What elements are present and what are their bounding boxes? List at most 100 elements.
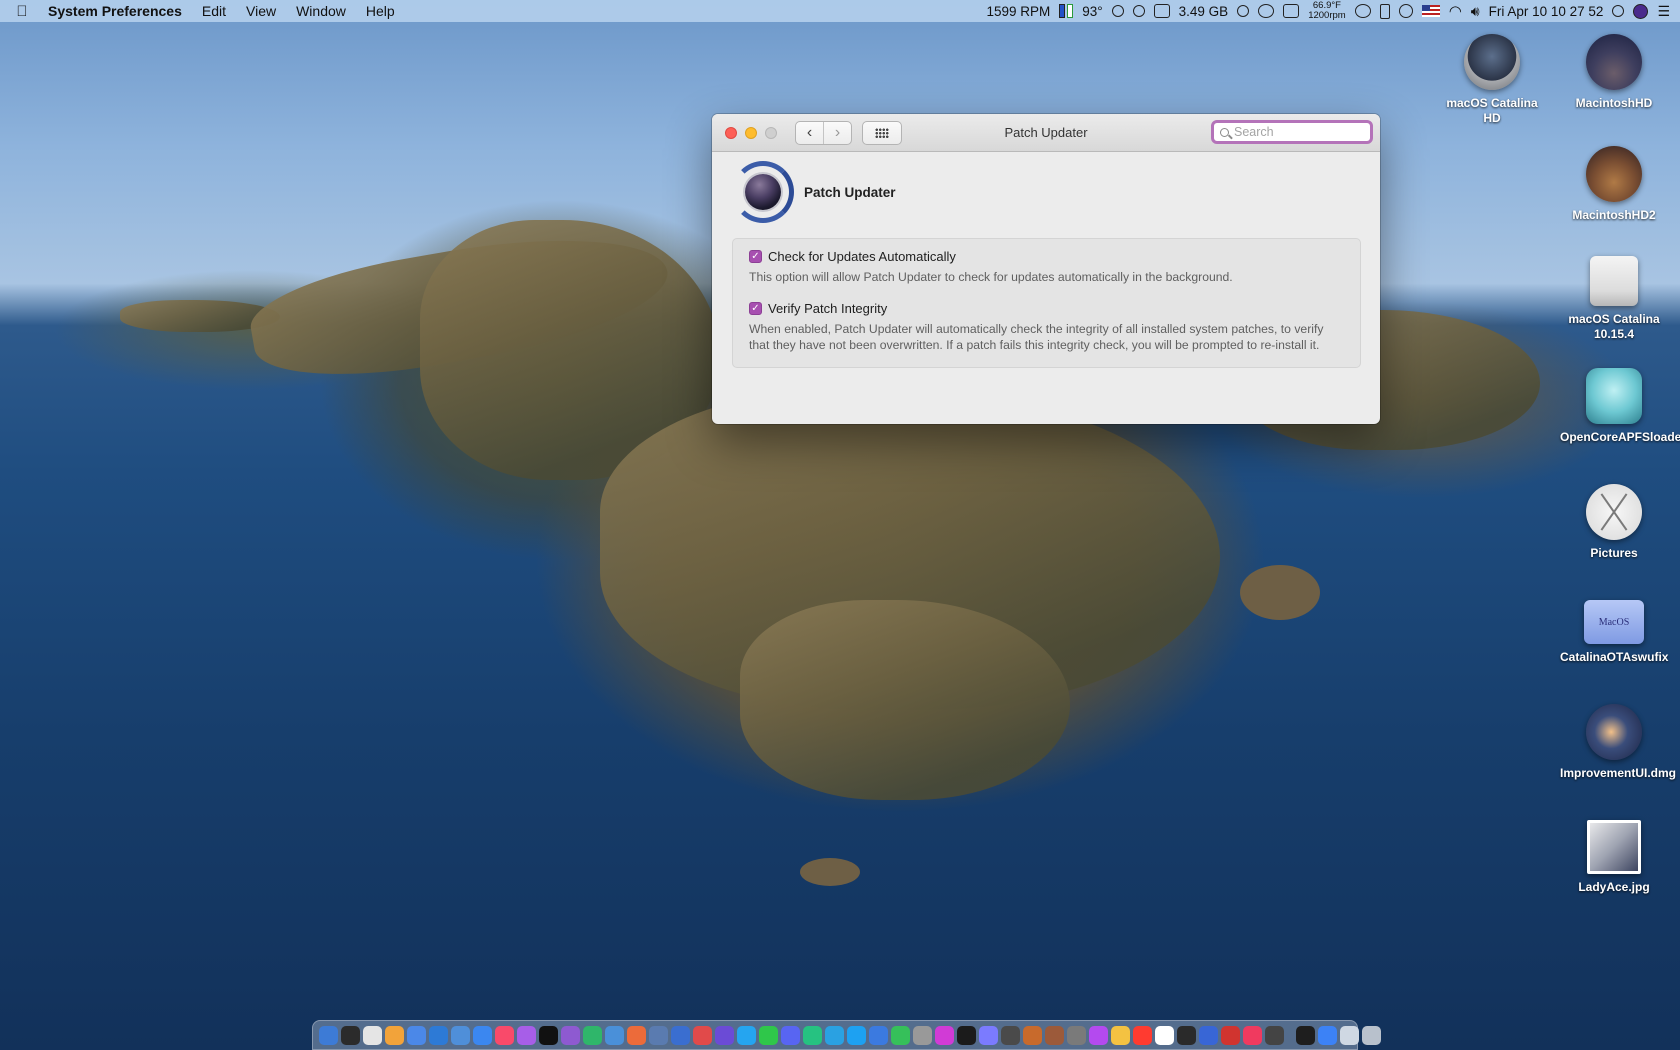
dock-app-icon[interactable] <box>1243 1025 1262 1045</box>
apple-menu-icon[interactable]:  <box>10 3 34 20</box>
dock-app-icon[interactable] <box>495 1025 514 1045</box>
dock-app-icon[interactable] <box>1265 1025 1284 1045</box>
dock-app-icon[interactable] <box>979 1025 998 1045</box>
desktop-icon-macintoshhd[interactable]: MacintoshHD <box>1554 34 1674 111</box>
dock-app-icon[interactable] <box>1340 1025 1359 1045</box>
dock-app-icon[interactable] <box>561 1025 580 1045</box>
battery-bars-icon[interactable] <box>1059 4 1074 18</box>
dock-app-icon[interactable] <box>539 1025 558 1045</box>
dock-app-icon[interactable] <box>517 1025 536 1045</box>
chevron-right-icon: › <box>834 123 841 141</box>
dock-app-icon[interactable] <box>1001 1025 1020 1045</box>
memory-chip-icon[interactable] <box>1153 4 1170 18</box>
cpu-temp-readout[interactable]: 93° <box>1082 4 1102 19</box>
search-input[interactable] <box>1234 125 1354 139</box>
desktop-icon-catalina-hd[interactable]: macOS Catalina HD <box>1432 34 1552 126</box>
cloud-sync-icon[interactable] <box>1354 4 1371 18</box>
brightness-low-icon[interactable] <box>1111 5 1124 17</box>
desktop-icon-ota-fix[interactable]: MacOS CatalinaOTAswufix <box>1554 594 1674 665</box>
fan-speed-readout[interactable]: 1599 RPM <box>986 4 1050 19</box>
dock-app-icon[interactable] <box>1296 1025 1315 1045</box>
dock-app-icon[interactable] <box>913 1025 932 1045</box>
dock-app-icon[interactable] <box>605 1025 624 1045</box>
dock-app-icon[interactable] <box>1155 1025 1174 1045</box>
dock-app-icon[interactable] <box>1199 1025 1218 1045</box>
dock-app-icon[interactable] <box>1133 1025 1152 1045</box>
brightness-high-icon[interactable] <box>1132 5 1145 17</box>
dock-app-icon[interactable] <box>737 1025 756 1045</box>
dock-app-icon[interactable] <box>473 1025 492 1045</box>
minimize-window-button[interactable] <box>745 126 757 139</box>
dock-app-icon[interactable] <box>671 1025 690 1045</box>
verify-integrity-label[interactable]: Verify Patch Integrity <box>768 301 887 316</box>
dock-app-icon[interactable] <box>429 1025 448 1045</box>
window-titlebar[interactable]: ‹ › Patch Updater <box>712 114 1380 152</box>
dock-app-icon[interactable] <box>341 1025 360 1045</box>
dock-app-icon[interactable] <box>451 1025 470 1045</box>
show-all-button[interactable] <box>862 120 902 145</box>
dock-app-icon[interactable] <box>1362 1025 1381 1045</box>
dock-app-icon[interactable] <box>363 1025 382 1045</box>
auto-update-label[interactable]: Check for Updates Automatically <box>768 249 956 264</box>
dock-app-icon[interactable] <box>1067 1025 1086 1045</box>
menu-help[interactable]: Help <box>356 3 405 19</box>
memory-readout[interactable]: 3.49 GB <box>1179 4 1229 19</box>
dock-app-icon[interactable] <box>1089 1025 1108 1045</box>
desktop-icon-ladyace[interactable]: LadyAce.jpg <box>1554 820 1674 895</box>
dock-app-icon[interactable] <box>1221 1025 1240 1045</box>
dock-app-icon[interactable] <box>825 1025 844 1045</box>
dock-app-icon[interactable] <box>869 1025 888 1045</box>
desktop-icon-macintoshhd2[interactable]: MacintoshHD2 <box>1554 146 1674 223</box>
dock-app-icon[interactable] <box>693 1025 712 1045</box>
auto-update-checkbox[interactable]: ✓ <box>749 250 762 263</box>
desktop-icon-label: MacintoshHD <box>1575 96 1653 110</box>
us-flag-input-icon[interactable] <box>1421 5 1440 17</box>
dock-app-icon[interactable] <box>1177 1025 1196 1045</box>
desktop-icon-opencore[interactable]: OpenCoreAPFSloader <box>1554 368 1680 445</box>
dock-app-icon[interactable] <box>891 1025 910 1045</box>
dock-app-icon[interactable] <box>407 1025 426 1045</box>
dock-app-icon[interactable] <box>1111 1025 1130 1045</box>
forward-button[interactable]: › <box>823 121 851 144</box>
weather-stack[interactable]: 66.9°F 1200rpm <box>1308 1 1346 21</box>
menu-window[interactable]: Window <box>286 3 356 19</box>
zoom-window-button[interactable] <box>765 126 777 139</box>
clock[interactable]: Fri Apr 10 10 27 52 <box>1489 4 1604 19</box>
menu-view[interactable]: View <box>236 3 286 19</box>
dock-app-icon[interactable] <box>649 1025 668 1045</box>
desktop-icon-catalina-installer[interactable]: macOS Catalina 10.15.4 <box>1554 256 1674 342</box>
dock-app-icon[interactable] <box>1318 1025 1337 1045</box>
volume-icon[interactable]: 🔊︎ <box>1471 3 1480 20</box>
dock-app-icon[interactable] <box>781 1025 800 1045</box>
dock-app-icon[interactable] <box>627 1025 646 1045</box>
wifi-icon[interactable]: ◠ <box>1449 2 1462 20</box>
dock-app-icon[interactable] <box>1023 1025 1042 1045</box>
sensor-icon[interactable] <box>1283 4 1300 18</box>
mojave-disk-icon <box>1586 146 1642 202</box>
dock-app-icon[interactable] <box>583 1025 602 1045</box>
phone-icon[interactable] <box>1379 3 1390 19</box>
weather-sun-icon[interactable] <box>1237 5 1250 17</box>
menu-edit[interactable]: Edit <box>192 3 236 19</box>
siri-icon[interactable] <box>1633 3 1649 19</box>
dock-app-icon[interactable] <box>715 1025 734 1045</box>
dock-app-icon[interactable] <box>759 1025 778 1045</box>
dock-app-icon[interactable] <box>803 1025 822 1045</box>
dock-app-icon[interactable] <box>957 1025 976 1045</box>
desktop-icon-improvementui[interactable]: ImprovementUI.dmg <box>1554 704 1676 781</box>
menu-app-name[interactable]: System Preferences <box>48 3 192 19</box>
desktop-icon-pictures[interactable]: Pictures <box>1554 484 1674 561</box>
dock-app-icon[interactable] <box>847 1025 866 1045</box>
notification-center-icon[interactable]: ☰ <box>1657 3 1670 20</box>
dock-app-icon[interactable] <box>319 1025 338 1045</box>
dock-app-icon[interactable] <box>1045 1025 1064 1045</box>
dock-app-icon[interactable] <box>935 1025 954 1045</box>
spotlight-search-icon[interactable] <box>1612 5 1625 17</box>
close-window-button[interactable] <box>725 126 737 139</box>
verify-integrity-checkbox[interactable]: ✓ <box>749 302 762 315</box>
back-button[interactable]: ‹ <box>796 122 823 144</box>
fan-icon[interactable] <box>1258 4 1275 18</box>
search-field[interactable] <box>1211 120 1373 144</box>
user-icon[interactable] <box>1398 4 1413 18</box>
dock-app-icon[interactable] <box>385 1025 404 1045</box>
